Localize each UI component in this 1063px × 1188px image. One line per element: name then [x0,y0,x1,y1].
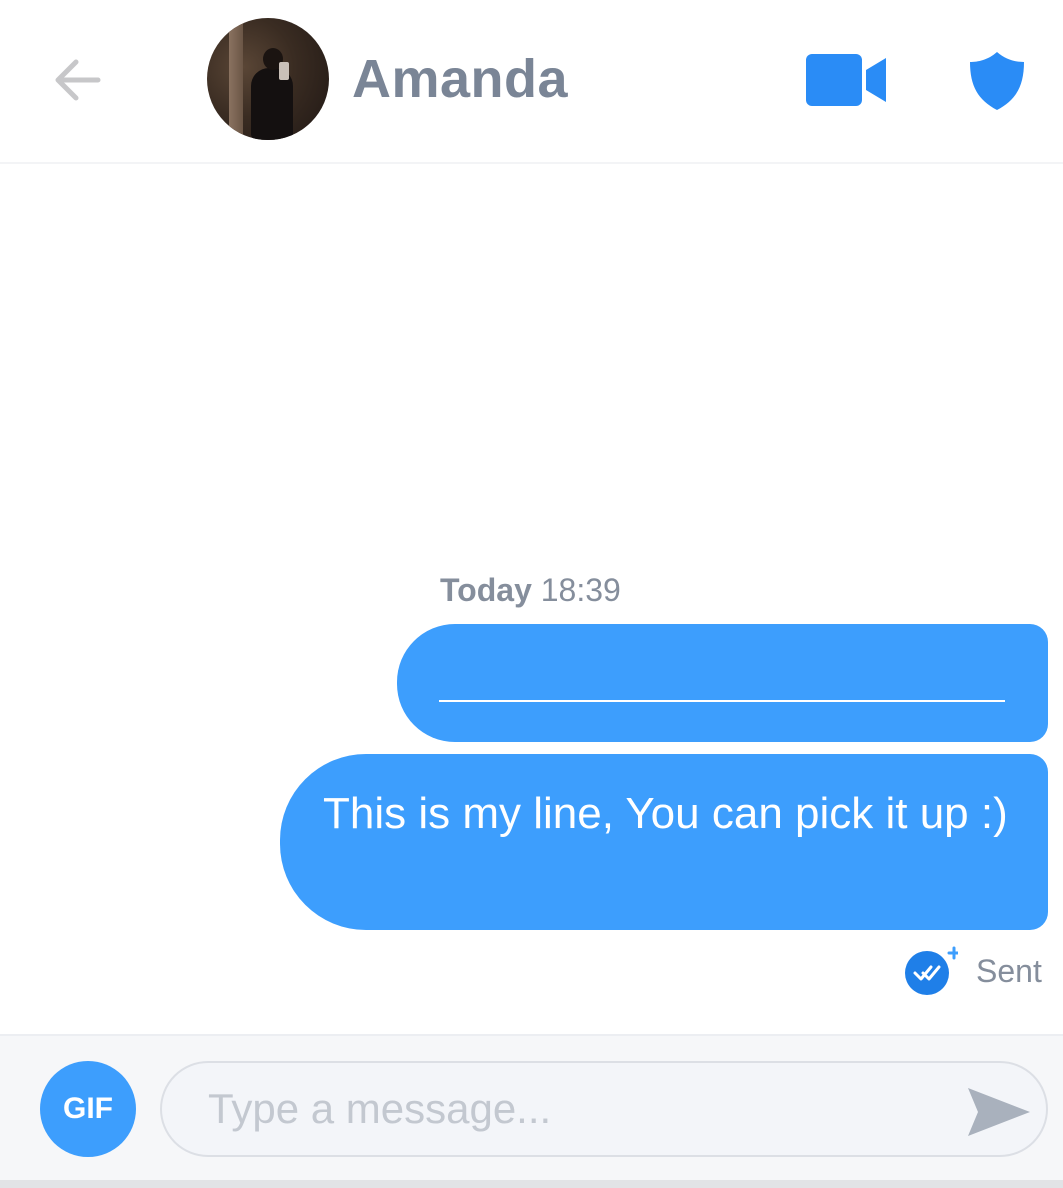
send-icon [968,1088,1030,1136]
gif-button[interactable]: GIF [40,1061,136,1157]
chat-header: Amanda [0,0,1063,164]
safety-button[interactable] [966,50,1028,112]
chat-screen: Amanda Today 18:39 This is my line, You … [0,0,1063,1188]
video-camera-icon [806,54,886,106]
double-check-icon [904,946,961,996]
blank-line [439,700,1005,702]
timestamp-time: 18:39 [540,572,621,608]
back-button[interactable] [44,48,108,112]
avatar[interactable] [207,18,329,140]
status-text: Sent [976,953,1042,989]
delivery-status: Sent [904,946,1042,996]
timestamp-day: Today [440,572,532,608]
message-text: This is my line, You can pick it up :) [323,789,1008,838]
message-bubble[interactable]: This is my line, You can pick it up :) [280,754,1048,930]
contact-name[interactable]: Amanda [352,44,568,114]
send-button[interactable] [964,1084,1034,1140]
video-call-button[interactable] [804,52,890,108]
shield-icon [970,52,1024,110]
arrow-left-icon [55,59,101,101]
bottom-edge [0,1180,1063,1188]
message-composer: GIF [0,1034,1063,1182]
message-timestamp: Today 18:39 [440,570,621,610]
message-bubble[interactable] [397,624,1048,742]
message-input[interactable] [160,1061,1048,1157]
